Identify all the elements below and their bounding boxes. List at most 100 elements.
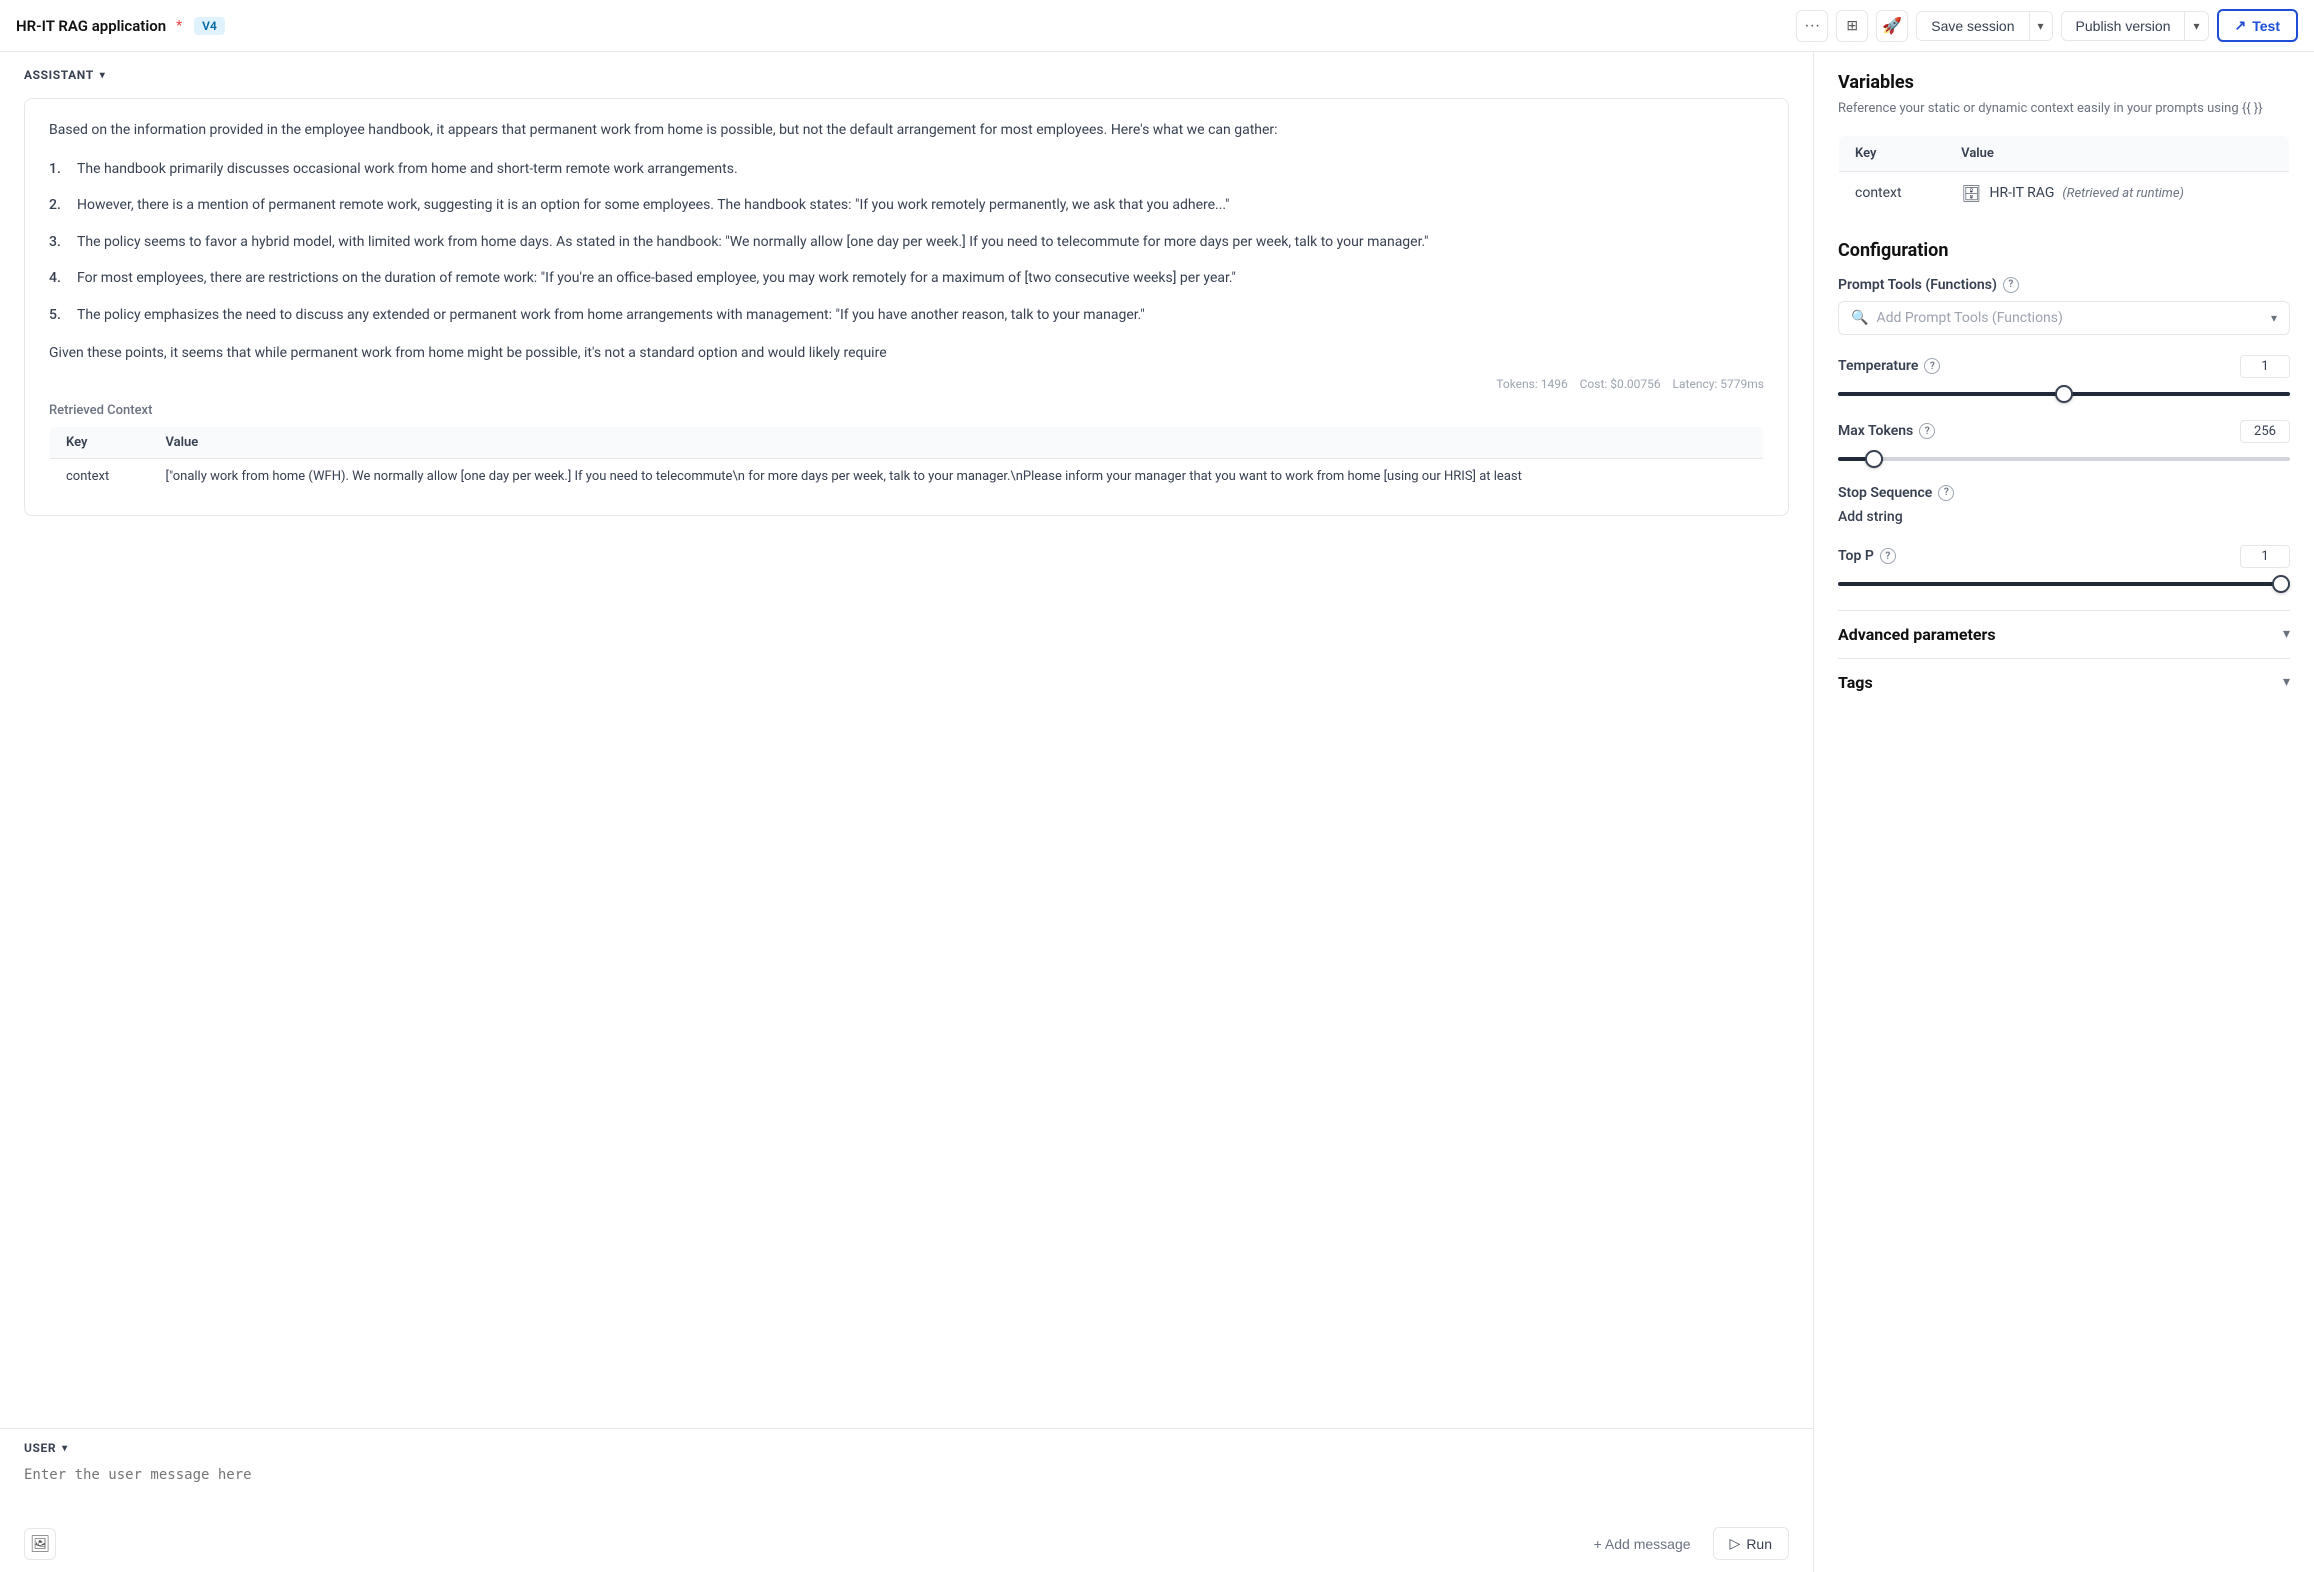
- temperature-slider[interactable]: [1838, 392, 2290, 396]
- tags-chevron-icon: ▾: [2283, 674, 2290, 690]
- configuration-section: Configuration Prompt Tools (Functions) ?…: [1838, 240, 2290, 706]
- assistant-conclusion: Given these points, it seems that while …: [49, 342, 1764, 365]
- add-message-button[interactable]: + Add message: [1580, 1530, 1705, 1558]
- more-options-button[interactable]: ···: [1796, 10, 1828, 42]
- configuration-title: Configuration: [1838, 240, 2290, 261]
- list-text-2: However, there is a mention of permanent…: [77, 194, 1229, 216]
- latency-text: Latency: 5779ms: [1673, 377, 1764, 391]
- user-header: USER ▾: [0, 1429, 1813, 1463]
- app-title: HR-IT RAG application: [16, 17, 166, 35]
- test-button[interactable]: ↗ Test: [2217, 9, 2298, 42]
- user-section: USER ▾ 🖼 + Add message ▷ Run: [0, 1428, 1813, 1572]
- user-message-input[interactable]: [24, 1463, 1789, 1503]
- assistant-list: 1. The handbook primarily discusses occa…: [49, 158, 1764, 326]
- list-text-3: The policy seems to favor a hybrid model…: [77, 231, 1429, 253]
- modified-indicator: *: [176, 18, 182, 34]
- prompt-tools-help-icon[interactable]: ?: [2003, 277, 2019, 293]
- context-table: Key Value context ["onally work from hom…: [49, 426, 1764, 495]
- tokens-info: Tokens: 1496 Cost: $0.00756 Latency: 577…: [49, 377, 1764, 391]
- publish-version-chevron[interactable]: ▾: [2184, 12, 2207, 40]
- vars-key-header: Key: [1839, 135, 1946, 171]
- assistant-content-box: Based on the information provided in the…: [24, 98, 1789, 516]
- grid-icon: ⊞: [1846, 17, 1858, 34]
- temperature-section: Temperature ? 1: [1838, 355, 2290, 400]
- list-num-5: 5.: [49, 304, 69, 326]
- list-num-4: 4.: [49, 267, 69, 289]
- add-string-link[interactable]: Add string: [1838, 509, 1903, 525]
- image-attach-button[interactable]: 🖼: [24, 1528, 56, 1560]
- list-num-3: 3.: [49, 231, 69, 253]
- variables-title: Variables: [1838, 72, 2290, 93]
- grid-view-button[interactable]: ⊞: [1836, 10, 1868, 42]
- advanced-parameters-title: Advanced parameters: [1838, 625, 1996, 644]
- top-p-slider[interactable]: [1838, 582, 2290, 586]
- temperature-value: 1: [2240, 355, 2290, 378]
- max-tokens-label-text: Max Tokens: [1838, 423, 1913, 439]
- dots-icon: ···: [1804, 17, 1820, 35]
- tokens-text: Tokens: 1496: [1496, 377, 1567, 391]
- user-toolbar: 🖼 + Add message ▷ Run: [0, 1519, 1813, 1572]
- list-num-1: 1.: [49, 158, 69, 180]
- advanced-parameters-chevron-icon: ▾: [2283, 626, 2290, 642]
- version-badge: V4: [194, 17, 225, 35]
- list-item: 2. However, there is a mention of perman…: [49, 194, 1764, 216]
- left-panel: ASSISTANT ▾ Based on the information pro…: [0, 52, 1814, 1572]
- assistant-header: ASSISTANT ▾: [24, 68, 1789, 82]
- save-session-chevron[interactable]: ▾: [2029, 12, 2052, 40]
- variables-table: Key Value context 🗄 HR-IT RAG (Retrieved…: [1838, 135, 2290, 216]
- run-label: Run: [1746, 1536, 1772, 1552]
- prompt-tools-label-text: Prompt Tools (Functions): [1838, 277, 1997, 293]
- stop-sequence-label: Stop Sequence ?: [1838, 485, 2290, 501]
- prompt-tools-input[interactable]: 🔍 Add Prompt Tools (Functions) ▾: [1838, 301, 2290, 335]
- max-tokens-value: 256: [2240, 420, 2290, 443]
- deploy-button[interactable]: 🚀: [1876, 10, 1908, 42]
- assistant-label: ASSISTANT: [24, 68, 94, 82]
- temperature-label-row: Temperature ? 1: [1838, 355, 2290, 378]
- context-value-cell: ["onally work from home (WFH). We normal…: [150, 459, 1764, 495]
- retrieved-context: Retrieved Context Key Value context ["on…: [49, 403, 1764, 495]
- list-text-4: For most employees, there are restrictio…: [77, 267, 1236, 289]
- test-chart-icon: ↗: [2235, 17, 2247, 34]
- assistant-chevron-icon: ▾: [100, 70, 106, 81]
- list-item: 5. The policy emphasizes the need to dis…: [49, 304, 1764, 326]
- main-content: ASSISTANT ▾ Based on the information pro…: [0, 52, 2314, 1572]
- list-text-1: The handbook primarily discusses occasio…: [77, 158, 738, 180]
- tags-section[interactable]: Tags ▾: [1838, 658, 2290, 706]
- user-input-area: [0, 1463, 1813, 1519]
- max-tokens-slider[interactable]: [1838, 457, 2290, 461]
- run-button[interactable]: ▷ Run: [1713, 1527, 1789, 1560]
- publish-version-button[interactable]: Publish version: [2062, 12, 2185, 40]
- max-tokens-help-icon[interactable]: ?: [1919, 423, 1935, 439]
- top-p-help-icon[interactable]: ?: [1880, 548, 1896, 564]
- prompt-tools-section: Prompt Tools (Functions) ? 🔍 Add Prompt …: [1838, 277, 2290, 335]
- vars-value-header: Value: [1945, 135, 2289, 171]
- cost-text: Cost: $0.00756: [1580, 377, 1661, 391]
- vars-value-text: HR-IT RAG: [1989, 185, 2054, 201]
- user-chevron-icon: ▾: [62, 1443, 68, 1454]
- max-tokens-section: Max Tokens ? 256: [1838, 420, 2290, 465]
- max-tokens-label: Max Tokens ?: [1838, 423, 1935, 439]
- vars-value-cell: 🗄 HR-IT RAG (Retrieved at runtime): [1945, 171, 2289, 215]
- list-item: 1. The handbook primarily discusses occa…: [49, 158, 1764, 180]
- top-p-label-row: Top P ? 1: [1838, 545, 2290, 568]
- stop-sequence-help-icon[interactable]: ?: [1938, 485, 1954, 501]
- temperature-help-icon[interactable]: ?: [1924, 358, 1940, 374]
- rocket-icon: 🚀: [1882, 16, 1902, 36]
- test-button-label: Test: [2252, 18, 2280, 34]
- run-play-icon: ▷: [1730, 1535, 1741, 1552]
- publish-version-group: Publish version ▾: [2061, 11, 2209, 41]
- runtime-badge: (Retrieved at runtime): [2062, 186, 2184, 201]
- advanced-parameters-section[interactable]: Advanced parameters ▾: [1838, 610, 2290, 658]
- image-icon: 🖼: [30, 1534, 50, 1554]
- chat-area: ASSISTANT ▾ Based on the information pro…: [0, 52, 1813, 1428]
- top-p-label: Top P ?: [1838, 548, 1896, 564]
- right-panel: Variables Reference your static or dynam…: [1814, 52, 2314, 1572]
- stop-sequence-label-text: Stop Sequence: [1838, 485, 1932, 501]
- context-table-key-header: Key: [50, 427, 150, 459]
- save-session-button[interactable]: Save session: [1917, 12, 2028, 40]
- variables-subtitle: Reference your static or dynamic context…: [1838, 99, 2290, 119]
- top-p-label-text: Top P: [1838, 548, 1874, 564]
- prompt-tools-label: Prompt Tools (Functions) ?: [1838, 277, 2290, 293]
- prompt-tools-chevron-icon: ▾: [2271, 311, 2277, 325]
- top-p-value: 1: [2240, 545, 2290, 568]
